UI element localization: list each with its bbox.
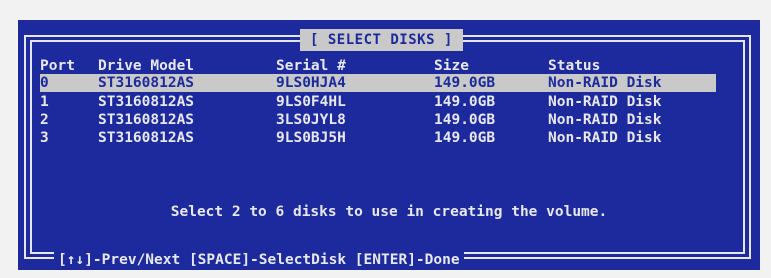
disk-size: 149.0GB	[434, 75, 496, 91]
dialog-title: [ SELECT DISKS ]	[300, 29, 463, 51]
disk-port: 1	[40, 94, 49, 110]
disk-row[interactable]: 0 ST3160812AS 9LS0HJA4 149.0GB Non-RAID …	[40, 74, 716, 92]
column-header-drive-model: Drive Model	[98, 58, 195, 74]
disk-row[interactable]: 2 ST3160812AS 3LS0JYL8 149.0GB Non-RAID …	[40, 111, 716, 129]
disk-serial: 9LS0HJA4	[276, 75, 346, 91]
disk-serial: 3LS0JYL8	[276, 112, 346, 128]
disk-port: 3	[40, 130, 49, 146]
disk-status: Non-RAID Disk	[548, 130, 662, 146]
key-help-bar: [↑↓]-Prev/Next [SPACE]-SelectDisk [ENTER…	[54, 251, 464, 269]
disk-port: 2	[40, 112, 49, 128]
column-header-port: Port	[40, 58, 75, 74]
disk-status: Non-RAID Disk	[548, 112, 662, 128]
table-header: Port Drive Model Serial # Size Status	[40, 57, 716, 75]
disk-serial: 9LS0F4HL	[276, 94, 346, 110]
disk-model: ST3160812AS	[98, 112, 195, 128]
disk-model: ST3160812AS	[98, 130, 195, 146]
disk-row[interactable]: 1 ST3160812AS 9LS0F4HL 149.0GB Non-RAID …	[40, 93, 716, 111]
disk-serial: 9LS0BJ5H	[276, 130, 346, 146]
disk-status: Non-RAID Disk	[548, 94, 662, 110]
instruction-message: Select 2 to 6 disks to use in creating t…	[170, 204, 608, 220]
select-disks-dialog: [ SELECT DISKS ] Port Drive Model Serial…	[18, 20, 760, 270]
disk-status: Non-RAID Disk	[548, 75, 662, 91]
disk-size: 149.0GB	[434, 94, 496, 110]
bios-screen: [ SELECT DISKS ] Port Drive Model Serial…	[0, 0, 771, 278]
disk-model: ST3160812AS	[98, 94, 195, 110]
disk-port: 0	[40, 75, 49, 91]
disk-size: 149.0GB	[434, 130, 496, 146]
column-header-status: Status	[548, 58, 601, 74]
disk-model: ST3160812AS	[98, 75, 195, 91]
column-header-serial: Serial #	[276, 58, 346, 74]
column-header-size: Size	[434, 58, 469, 74]
disk-row[interactable]: 3 ST3160812AS 9LS0BJ5H 149.0GB Non-RAID …	[40, 129, 716, 147]
disk-size: 149.0GB	[434, 112, 496, 128]
